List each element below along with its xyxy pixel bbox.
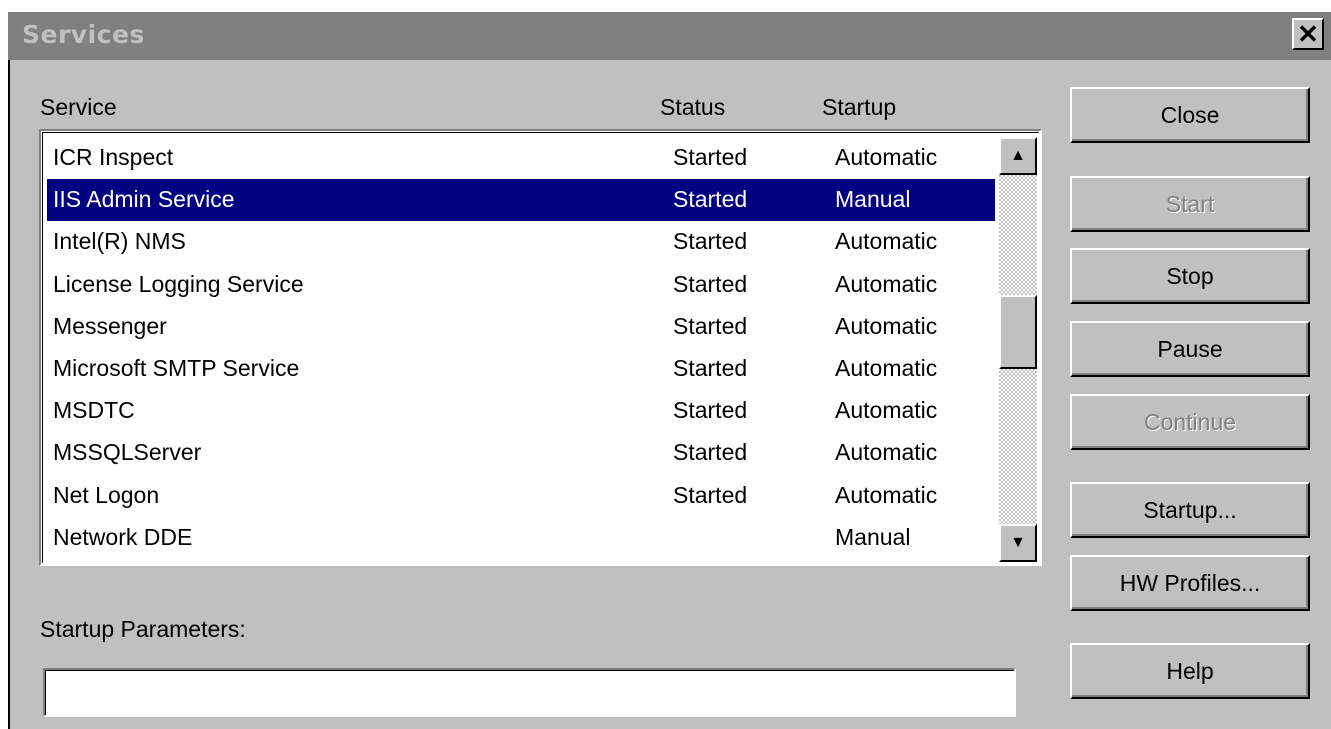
service-name: Net Logon xyxy=(53,481,160,508)
help-button[interactable]: Help xyxy=(1070,643,1310,699)
start-button[interactable]: Start xyxy=(1070,176,1310,232)
service-status: Started xyxy=(673,312,748,339)
services-dialog: Services ✕ Service Status Startup ICR In… xyxy=(8,12,1331,729)
service-name: License Logging Service xyxy=(53,270,304,297)
service-startup: Automatic xyxy=(835,270,938,297)
startup-parameters-input[interactable] xyxy=(43,668,1016,717)
close-window-button[interactable]: ✕ xyxy=(1292,18,1324,50)
service-name: Intel(R) NMS xyxy=(53,228,186,255)
close-button[interactable]: Close xyxy=(1070,87,1310,143)
window-title: Services xyxy=(22,20,145,49)
stop-button[interactable]: Stop xyxy=(1070,248,1310,304)
service-row[interactable]: Microsoft SMTP Service Started Automatic xyxy=(47,348,995,390)
service-status: Started xyxy=(673,186,748,213)
scroll-thumb[interactable] xyxy=(999,295,1037,369)
pause-button[interactable]: Pause xyxy=(1070,321,1310,377)
column-header-service: Service xyxy=(40,94,117,120)
service-row[interactable]: Intel(R) NMS Started Automatic xyxy=(47,221,995,263)
service-name: MSSQLServer xyxy=(53,439,202,466)
service-startup: Automatic xyxy=(835,228,938,255)
service-startup: Automatic xyxy=(835,312,938,339)
arrow-down-icon: ▼ xyxy=(1010,534,1026,551)
service-status: Started xyxy=(673,439,748,466)
service-status: Started xyxy=(673,144,748,170)
service-startup: Automatic xyxy=(835,144,938,170)
service-row[interactable]: License Logging Service Started Automatic xyxy=(47,264,995,306)
service-row[interactable]: ICR Inspect Started Automatic xyxy=(47,137,995,179)
dialog-edge xyxy=(8,60,10,729)
service-status: Started xyxy=(673,355,748,381)
service-row[interactable]: MSDTC Started Automatic xyxy=(47,390,995,432)
service-status: Started xyxy=(673,397,748,424)
continue-button[interactable]: Continue xyxy=(1070,394,1310,450)
service-name: MSDTC xyxy=(53,397,135,424)
service-startup: Automatic xyxy=(835,481,938,508)
startup-parameters-label: Startup Parameters: xyxy=(40,616,246,642)
service-row[interactable]: Net Logon Started Automatic xyxy=(47,475,995,517)
service-name: Network DDE xyxy=(53,523,193,550)
hw-profiles-button[interactable]: HW Profiles... xyxy=(1070,555,1310,611)
service-startup: Automatic xyxy=(835,397,938,424)
service-name: Messenger xyxy=(53,312,167,339)
scroll-down-button[interactable]: ▼ xyxy=(999,524,1037,562)
service-startup: Automatic xyxy=(835,439,938,466)
service-startup: Automatic xyxy=(835,355,938,381)
service-row[interactable]: IIS Admin Service Started Manual xyxy=(47,179,995,222)
service-row[interactable]: MSSQLServer Started Automatic xyxy=(47,432,995,474)
column-header-startup: Startup xyxy=(822,94,897,120)
service-name: ICR Inspect xyxy=(53,144,174,170)
service-status: Started xyxy=(673,481,748,508)
close-icon: ✕ xyxy=(1297,19,1319,49)
title-bar[interactable]: Services ✕ xyxy=(8,12,1331,60)
list-scrollbar[interactable]: ▲ ▼ xyxy=(999,137,1037,562)
service-status: Started xyxy=(673,228,748,255)
service-status: Started xyxy=(673,270,748,297)
startup-parameters-frame xyxy=(45,670,1014,715)
service-name: IIS Admin Service xyxy=(53,186,235,213)
service-name: Microsoft SMTP Service xyxy=(53,355,300,381)
services-list[interactable]: ICR Inspect Started Automatic IIS Admin Ser… xyxy=(39,129,1042,566)
service-startup: Manual xyxy=(835,186,911,213)
service-startup: Manual xyxy=(835,523,911,550)
service-row[interactable]: Messenger Started Automatic xyxy=(47,306,995,348)
service-row[interactable]: Network DDE Manual xyxy=(47,517,995,559)
startup-button[interactable]: Startup... xyxy=(1070,482,1310,538)
arrow-up-icon: ▲ xyxy=(1010,147,1026,164)
scroll-up-button[interactable]: ▲ xyxy=(999,137,1037,175)
column-header-status: Status xyxy=(660,94,726,120)
